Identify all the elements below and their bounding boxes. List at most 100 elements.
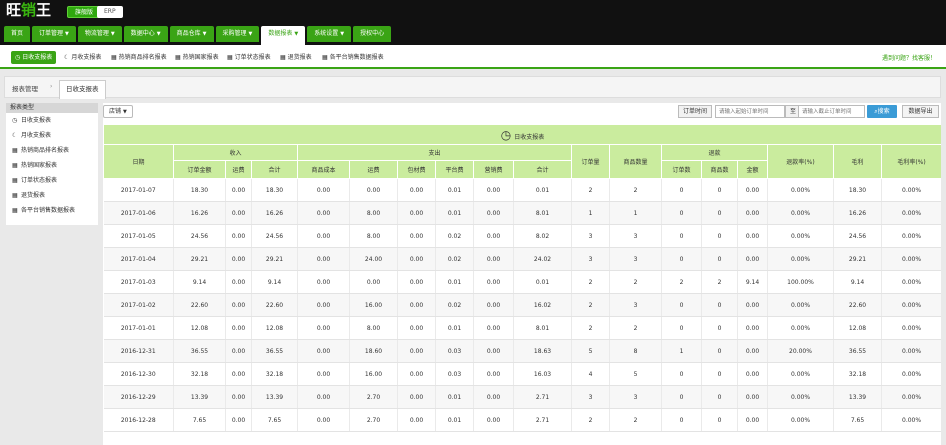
sidebar-item-platform-sales[interactable]: ▦ 各平台销售数据报表 xyxy=(6,203,98,218)
table-cell: 0.00 xyxy=(473,293,514,317)
table-cell: 22.60 xyxy=(173,293,226,317)
nav-label: 采购管理 xyxy=(222,30,247,37)
mode-flagship-button[interactable]: 旗舰版 xyxy=(67,6,102,18)
nav-logistics[interactable]: 物流管理 ▼ xyxy=(77,26,122,42)
breadcrumb-root[interactable]: 报表管理 xyxy=(12,83,38,93)
col-gross-profit: 毛利 xyxy=(833,144,882,179)
col-refund-orders: 订单数 xyxy=(661,160,702,179)
table-cell: 3 xyxy=(609,385,662,409)
table-row: 2017-01-02 22.60 0.00 22.60 0.00 16.00 0.00 0.0… xyxy=(103,293,941,317)
table-cell: 0.00 xyxy=(297,408,350,432)
col-refund-products: 商品数 xyxy=(701,160,738,179)
table-cell: 8.02 xyxy=(513,224,572,248)
table-cell: 16.02 xyxy=(513,293,572,317)
col-product-count: 商品数量 xyxy=(609,144,662,179)
sidebar-item-hot-products[interactable]: ▦ 热销商品排名报表 xyxy=(6,143,98,158)
table-cell: 0.01 xyxy=(435,201,474,225)
end-time-input[interactable] xyxy=(798,105,865,118)
table-cell: 3 xyxy=(571,247,610,271)
table-cell: 2017-01-05 xyxy=(103,224,174,248)
search-button[interactable]: ⌕搜索 xyxy=(867,105,897,118)
table-cell: 0.00 xyxy=(473,408,514,432)
col-income-shipping: 运费 xyxy=(225,160,252,179)
table-cell: 0.00% xyxy=(881,339,941,363)
sidebar-item-monthly[interactable]: ☾ 月收支报表 xyxy=(6,128,98,143)
table-cell: 0.00% xyxy=(881,385,941,409)
shop-dropdown[interactable]: 店铺 ▼ xyxy=(103,105,133,118)
nav-purchase[interactable]: 采购管理 ▼ xyxy=(215,26,260,42)
table-cell: 4 xyxy=(571,362,610,386)
nav-warehouse[interactable]: 商品仓库 ▼ xyxy=(169,26,214,42)
table-cell: 0.00% xyxy=(881,178,941,202)
table-cell: 0.00 xyxy=(737,293,768,317)
table-cell: 0.00% xyxy=(881,362,941,386)
col-refund-amount: 金额 xyxy=(737,160,768,179)
table-cell: 0.00 xyxy=(225,201,252,225)
sidebar-item-hot-countries[interactable]: ▦ 热销国家报表 xyxy=(6,158,98,173)
sidebar-item-label: 各平台销售数据报表 xyxy=(21,207,76,214)
table-cell: 0.00 xyxy=(225,247,252,271)
table-cell: 0 xyxy=(661,247,702,271)
table-cell: 2.71 xyxy=(513,408,572,432)
nav-settings[interactable]: 系统设置 ▼ xyxy=(307,26,352,42)
table-cell: 0 xyxy=(701,316,738,340)
table-cell: 18.30 xyxy=(251,178,298,202)
grid-icon: ▦ xyxy=(12,147,18,154)
tab-daily-report[interactable]: 日收支报表 xyxy=(59,80,106,99)
table-row: 2017-01-04 29.21 0.00 29.21 0.00 24.00 0.00 0.0… xyxy=(103,247,941,271)
col-expense-total: 合计 xyxy=(513,160,572,179)
subnav-hot-countries-report[interactable]: ▦ 热销国家报表 xyxy=(175,51,219,64)
table-cell: 0.01 xyxy=(435,316,474,340)
table-cell: 0.00% xyxy=(767,247,834,271)
sidebar-item-order-status[interactable]: ▦ 订单状态报表 xyxy=(6,173,98,188)
subnav-label: 订单状态报表 xyxy=(234,54,271,61)
col-expense-packaging: 包材费 xyxy=(397,160,436,179)
col-expense-platform: 平台费 xyxy=(435,160,474,179)
nav-label: 数据中心 xyxy=(130,30,155,37)
table-cell: 8.00 xyxy=(349,316,398,340)
table-cell: 2016-12-28 xyxy=(103,408,174,432)
nav-orders[interactable]: 订单管理 ▼ xyxy=(32,26,76,42)
table-cell: 2 xyxy=(609,270,662,294)
subnav-monthly-report[interactable]: ☾ 月收支报表 xyxy=(64,51,101,64)
table-cell: 16.26 xyxy=(251,201,298,225)
sidebar-item-returns[interactable]: ▦ 退货报表 xyxy=(6,188,98,203)
subnav-daily-report[interactable]: ◷ 日收支报表 xyxy=(11,51,57,64)
nav-label: 物流管理 xyxy=(84,30,109,37)
table-cell: 24.56 xyxy=(173,224,226,248)
nav-reports[interactable]: 数据报表 ▼ xyxy=(261,26,306,46)
caret-down-icon: ▼ xyxy=(110,31,115,37)
start-time-input[interactable] xyxy=(715,105,785,118)
table-cell: 29.21 xyxy=(173,247,226,271)
nav-data-center[interactable]: 数据中心 ▼ xyxy=(123,26,168,42)
table-cell: 0.00 xyxy=(297,385,350,409)
table-cell: 0 xyxy=(701,362,738,386)
nav-home[interactable]: 首页 xyxy=(4,26,31,42)
nav-authorization[interactable]: 授权中心 xyxy=(353,26,392,42)
table-cell: 0.00% xyxy=(881,316,941,340)
table-cell: 16.26 xyxy=(833,201,882,225)
subnav-hot-products-report[interactable]: ▦ 热销商品排名报表 xyxy=(111,51,167,64)
sidebar-item-daily[interactable]: ◷ 日收支报表 xyxy=(6,113,98,128)
table-cell: 9.14 xyxy=(251,270,298,294)
table-cell: 0.00 xyxy=(473,201,514,225)
table-cell: 29.21 xyxy=(251,247,298,271)
table-cell: 0 xyxy=(661,408,702,432)
subnav-platform-sales-report[interactable]: ▦ 各平台销售数据报表 xyxy=(322,51,384,64)
clock-icon: ◷ xyxy=(12,117,18,124)
table-cell: 0.01 xyxy=(513,270,572,294)
table-cell: 5 xyxy=(609,362,662,386)
export-button[interactable]: 数据导出 xyxy=(902,105,939,118)
chevron-right-icon: › xyxy=(50,83,53,90)
mode-erp-button[interactable]: ERP xyxy=(97,6,123,18)
table-cell: 2 xyxy=(609,408,662,432)
table-cell: 9.14 xyxy=(833,270,882,294)
col-refund-rate: 退款率(%) xyxy=(767,144,834,179)
table-cell: 16.03 xyxy=(513,362,572,386)
subnav-returns-report[interactable]: ▦ 退货报表 xyxy=(280,51,312,64)
subnav-order-status-report[interactable]: ▦ 订单状态报表 xyxy=(227,51,271,64)
subnav-label: 各平台销售数据报表 xyxy=(329,54,384,61)
help-link[interactable]: 遇到问题？找客服！ xyxy=(882,53,936,62)
app-logo[interactable]: 旺销王 xyxy=(6,1,51,19)
daily-report-table: ◷ 日收支报表 日期 收入 支出 订单量 商品数量 退款 退款率(%) 毛利 毛利… xyxy=(103,124,941,432)
